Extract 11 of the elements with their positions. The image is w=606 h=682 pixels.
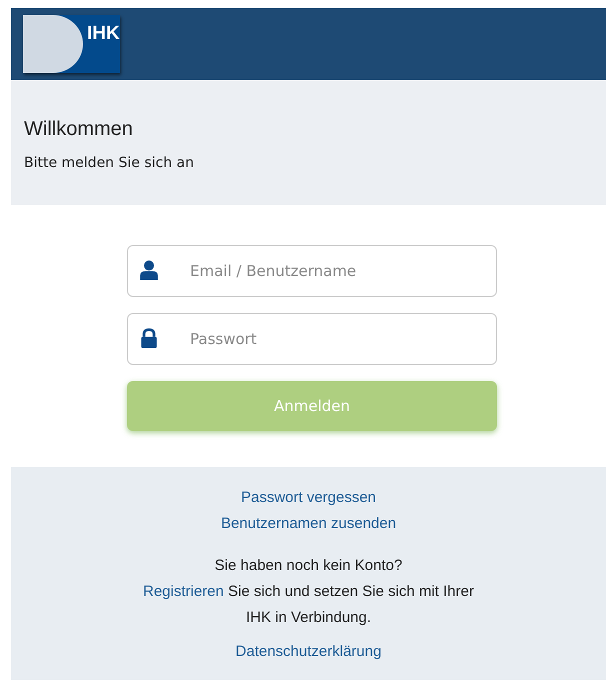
footer-link[interactable]: Passwort vergessen (240, 485, 376, 511)
welcome-title: Willkommen (24, 118, 134, 141)
footer-link[interactable]: Benutzernamen zusenden (220, 511, 396, 537)
register-link[interactable]: Registrieren (143, 583, 224, 600)
privacy-link[interactable]: Datenschutzerklärung (236, 639, 382, 665)
register-sentence: Registrieren Sie sich und setzen Sie sich mit Ihrer IHK in Verbindung. (142, 582, 475, 628)
username-field[interactable]: Email / Benutzername (127, 245, 497, 297)
password-field[interactable]: Passwort (127, 313, 497, 365)
welcome-subtitle: Bitte melden Sie sich an (24, 155, 195, 171)
account-question: Sie haben noch kein Konto? (214, 556, 402, 576)
logo[interactable]: IHK (23, 15, 120, 73)
